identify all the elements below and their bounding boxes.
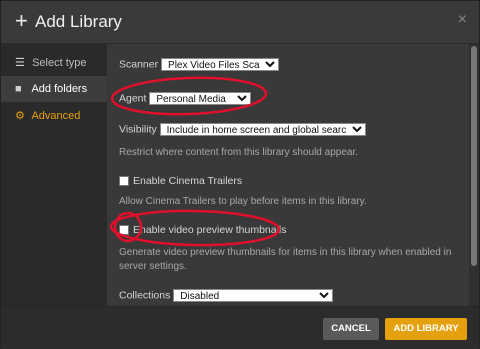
scanner-row: Scanner Plex Video Files Scanner xyxy=(119,58,280,71)
dialog-title: Add Library xyxy=(35,12,122,31)
visibility-help: Restrict where content from this library… xyxy=(119,147,358,158)
cinema-trailers-label: Enable Cinema Trailers xyxy=(133,175,243,187)
video-preview-help-line-1: Generate video preview thumbnails for it… xyxy=(119,247,452,258)
plus-icon: + xyxy=(15,8,28,33)
sidebar-item-select-type[interactable]: ☰ Select type xyxy=(1,50,107,76)
visibility-label: Visibility xyxy=(119,123,157,136)
cinema-trailers-help: Allow Cinema Trailers to play before ite… xyxy=(119,196,367,207)
add-library-button[interactable]: ADD LIBRARY xyxy=(385,318,467,340)
scrollbar[interactable] xyxy=(469,44,479,306)
collections-select[interactable]: Disabled xyxy=(173,289,334,302)
cinema-trailers-checkbox[interactable] xyxy=(119,176,129,187)
agent-label: Agent xyxy=(119,92,147,105)
folder-icon: ■ xyxy=(15,83,22,95)
collections-row: Collections Disabled xyxy=(119,289,334,302)
scanner-select[interactable]: Plex Video Files Scanner xyxy=(161,58,280,71)
sidebar-item-advanced[interactable]: ⚙ Advanced xyxy=(1,103,107,129)
sidebar-item-label: Select type xyxy=(32,57,87,69)
cancel-button[interactable]: CANCEL xyxy=(323,318,379,340)
visibility-select[interactable]: Include in home screen and global search xyxy=(159,123,366,136)
video-preview-help-line-2: server settings. xyxy=(119,261,187,272)
list-icon: ☰ xyxy=(15,57,25,69)
gear-icon: ⚙ xyxy=(15,110,25,122)
add-library-dialog: + Add Library × ☰ Select type ■ Add fold… xyxy=(0,0,480,349)
visibility-row: Visibility Include in home screen and gl… xyxy=(119,123,366,136)
agent-select[interactable]: Personal Media xyxy=(149,92,252,105)
agent-row: Agent Personal Media xyxy=(119,92,252,105)
cinema-trailers-row[interactable]: Enable Cinema Trailers xyxy=(119,175,242,187)
video-preview-checkbox[interactable] xyxy=(119,225,129,236)
advanced-settings-panel: Scanner Plex Video Files Scanner Agent P… xyxy=(107,44,469,306)
dialog-footer: CANCEL ADD LIBRARY xyxy=(1,306,479,349)
sidebar: ☰ Select type ■ Add folders ⚙ Advanced xyxy=(1,44,107,306)
sidebar-item-label: Add folders xyxy=(31,83,88,95)
video-preview-row[interactable]: Enable video preview thumbnails xyxy=(119,224,287,236)
scanner-label: Scanner xyxy=(119,58,159,71)
sidebar-item-label: Advanced xyxy=(31,110,81,122)
close-icon[interactable]: × xyxy=(458,11,467,29)
scrollbar-thumb[interactable] xyxy=(471,46,477,266)
sidebar-item-add-folders[interactable]: ■ Add folders xyxy=(1,76,107,102)
collections-label: Collections xyxy=(119,289,171,302)
dialog-header: + Add Library × xyxy=(1,1,479,44)
video-preview-label: Enable video preview thumbnails xyxy=(133,224,287,236)
